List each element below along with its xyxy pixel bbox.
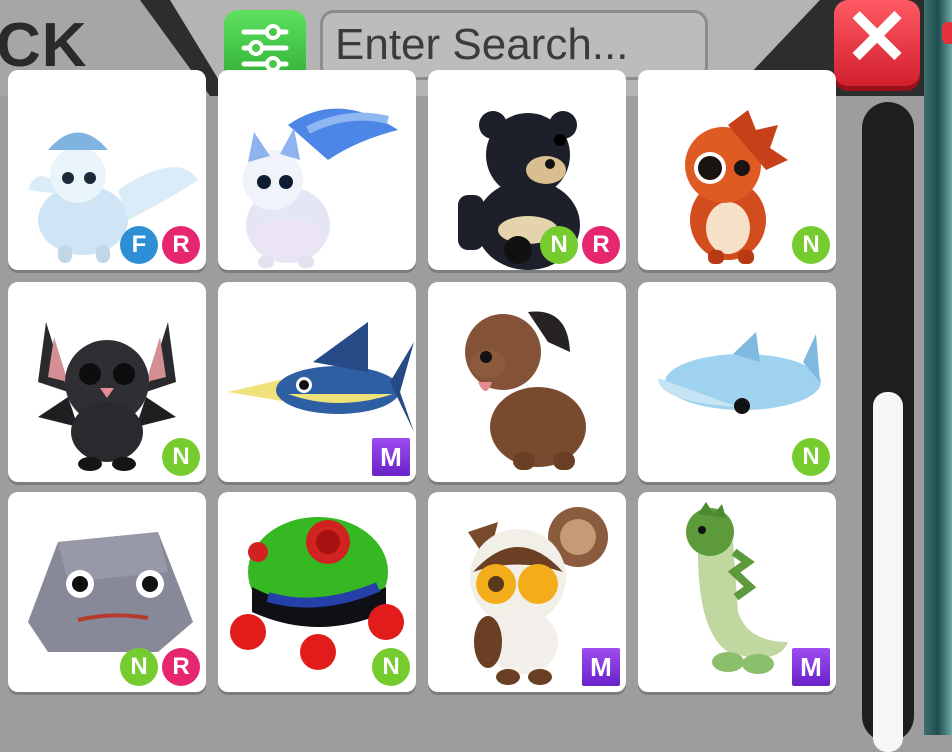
background-edge [924,0,952,735]
inventory-grid: F R N R N N M N N R N M M [8,0,848,735]
pet-card[interactable]: M [428,492,626,692]
pet-card[interactable]: N [218,492,416,692]
ride-badge: R [162,226,200,264]
mega-badge: M [792,648,830,686]
pet-card[interactable]: N [8,282,206,482]
pet-card[interactable]: M [638,492,836,692]
pet-card[interactable]: N [638,282,836,482]
neon-badge: N [372,648,410,686]
fly-badge: F [120,226,158,264]
mega-badge: M [372,438,410,476]
pet-card[interactable]: M [218,282,416,482]
dog-pet [465,311,586,470]
neon-badge: N [540,226,578,264]
pet-card[interactable] [428,282,626,482]
ride-badge: R [582,226,620,264]
neon-badge: N [792,438,830,476]
pet-card[interactable]: F R [8,70,206,270]
pet-card[interactable]: N R [8,492,206,692]
neon-badge: N [792,226,830,264]
mega-badge: M [582,648,620,686]
pet-card[interactable]: N R [428,70,626,270]
pet-card[interactable]: N [638,70,836,270]
ride-badge: R [162,648,200,686]
background-detail [942,22,952,44]
arctic-fox-pet [243,108,398,268]
neon-badge: N [162,438,200,476]
pet-card[interactable] [218,70,416,270]
scrollbar-thumb[interactable] [873,392,903,752]
neon-badge: N [120,648,158,686]
